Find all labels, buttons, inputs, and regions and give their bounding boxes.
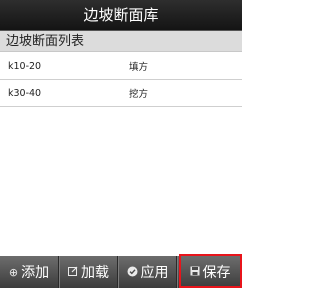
add-label: 添加 — [21, 265, 50, 281]
edit-icon — [68, 266, 78, 278]
save-label: 保存 — [202, 265, 231, 281]
plus-circle-icon: ⊕ — [8, 265, 19, 279]
load-button[interactable]: 加载 — [59, 256, 118, 288]
load-label: 加载 — [81, 265, 109, 281]
section-header: 边坡断面列表 — [0, 31, 242, 52]
section-type: 挖方 — [129, 89, 149, 100]
page-title: 边坡断面库 — [0, 0, 242, 31]
add-button[interactable]: ⊕ 添加 — [0, 256, 59, 288]
section-name: k10-20 — [8, 60, 42, 72]
apply-label: 应用 — [140, 265, 169, 281]
save-button[interactable]: 保存 — [177, 256, 242, 288]
check-circle-icon — [127, 266, 138, 279]
list-item[interactable]: k30-40 挖方 — [0, 80, 242, 107]
list-item[interactable]: k10-20 填方 — [0, 53, 242, 80]
section-list: k10-20 填方 k30-40 挖方 — [0, 53, 242, 107]
bottom-toolbar: ⊕ 添加 加载 应用 保存 — [0, 256, 242, 288]
section-name: k30-40 — [8, 87, 42, 99]
section-type: 填方 — [129, 62, 149, 73]
apply-button[interactable]: 应用 — [118, 256, 177, 288]
floppy-disk-icon — [190, 266, 200, 278]
